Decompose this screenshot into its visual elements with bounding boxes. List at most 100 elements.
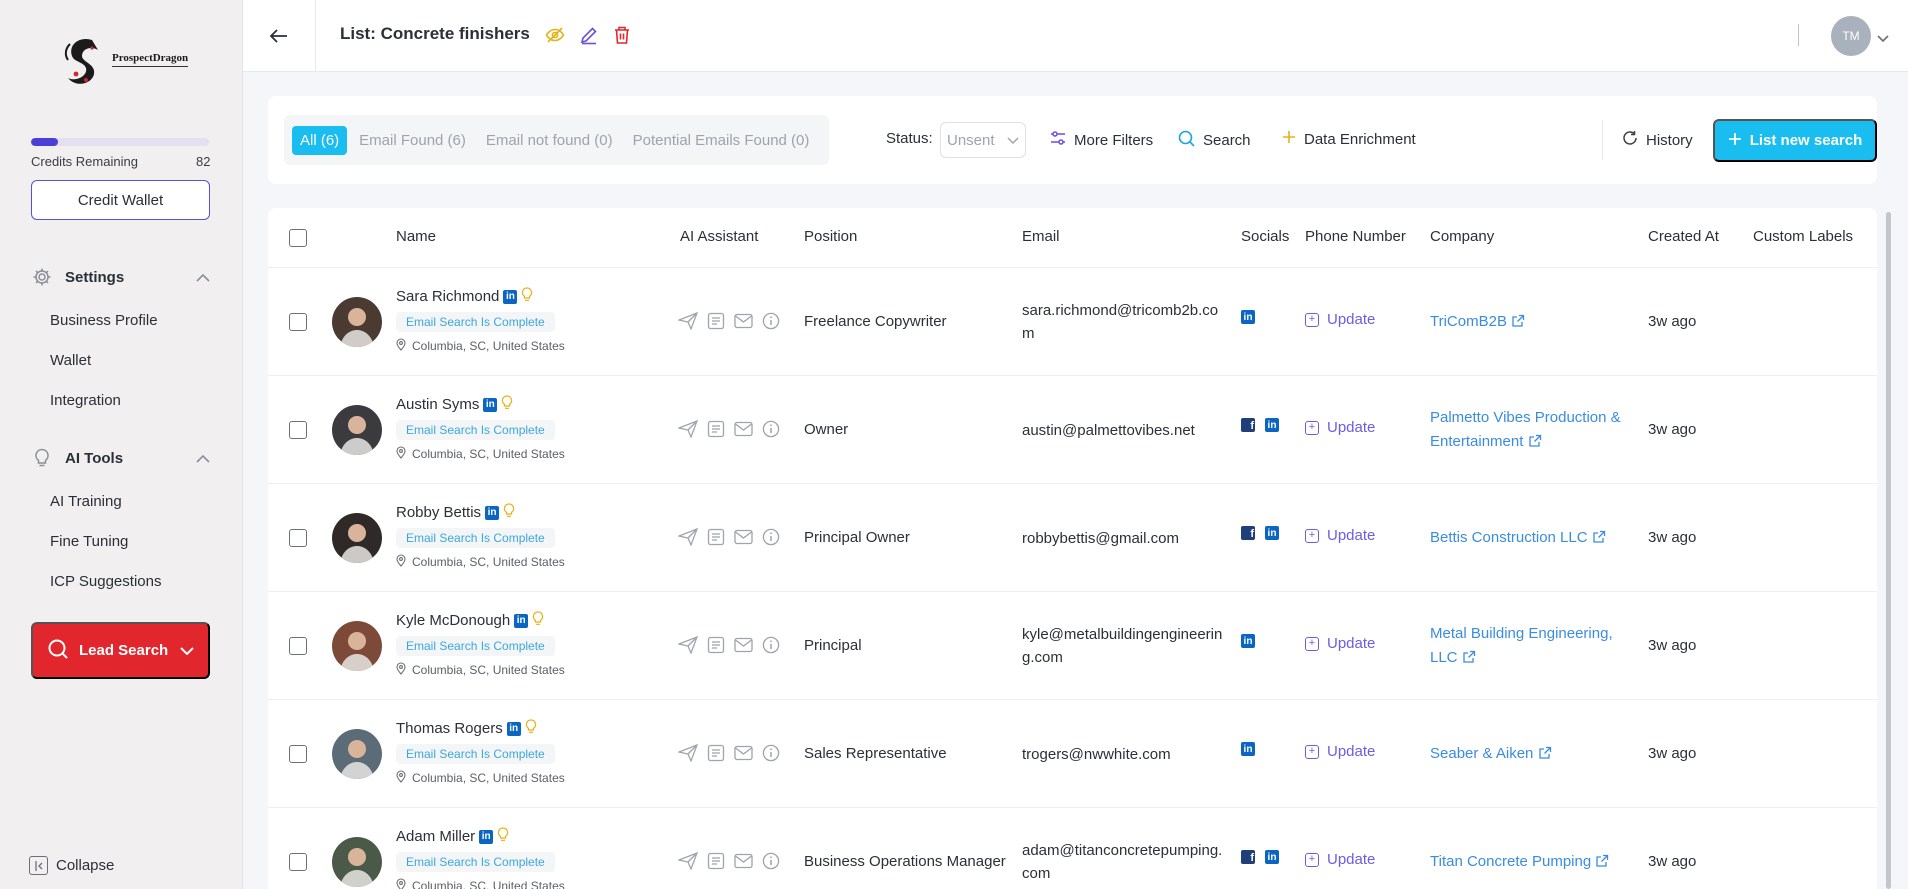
table-row[interactable]: Thomas Rogers in Email Search Is Complet… [268, 700, 1877, 808]
ai-tools-section-toggle[interactable]: AI Tools [31, 447, 210, 469]
more-filters-button[interactable]: More Filters [1050, 130, 1153, 150]
lead-name[interactable]: Adam Miller [396, 828, 475, 845]
lead-name[interactable]: Sara Richmond [396, 288, 499, 305]
lead-company[interactable]: Metal Building Engineering, LLC [1430, 622, 1635, 670]
send-icon[interactable] [676, 635, 699, 659]
sidebar-item-icp-suggestions[interactable]: ICP Suggestions [50, 573, 161, 590]
company-name[interactable]: Bettis Construction LLC [1430, 529, 1588, 546]
update-phone-button[interactable]: + Update [1305, 635, 1375, 652]
credit-wallet-button[interactable]: Credit Wallet [31, 180, 210, 220]
mail-icon[interactable] [734, 313, 753, 334]
mail-icon[interactable] [734, 421, 753, 442]
column-header-ai-assistant[interactable]: AI Assistant [680, 228, 758, 245]
linkedin-icon[interactable]: in [506, 721, 521, 736]
collapse-sidebar-button[interactable]: Collapse [29, 856, 114, 875]
external-link-icon[interactable] [1592, 529, 1606, 546]
history-button[interactable]: History [1622, 130, 1693, 150]
row-checkbox[interactable] [289, 529, 307, 547]
column-header-company[interactable]: Company [1430, 228, 1494, 245]
company-name[interactable]: TriComB2B [1430, 313, 1507, 330]
external-link-icon[interactable] [1538, 745, 1552, 762]
document-icon[interactable] [707, 312, 725, 335]
linkedin-icon[interactable]: in [1265, 418, 1279, 432]
linkedin-icon[interactable]: in [1265, 850, 1279, 864]
column-header-name[interactable]: Name [396, 228, 436, 245]
column-header-position[interactable]: Position [804, 228, 857, 245]
scrollbar[interactable] [1886, 212, 1891, 889]
table-row[interactable]: Robby Bettis in Email Search Is Complete… [268, 484, 1877, 592]
lead-company[interactable]: Bettis Construction LLC [1430, 526, 1635, 550]
external-link-icon[interactable] [1511, 313, 1525, 330]
list-new-search-button[interactable]: List new search [1713, 119, 1877, 162]
column-header-socials[interactable]: Socials [1241, 228, 1289, 245]
data-enrichment-button[interactable]: Data Enrichment [1282, 130, 1416, 148]
send-icon[interactable] [676, 419, 699, 443]
company-name[interactable]: Metal Building Engineering, LLC [1430, 625, 1613, 666]
facebook-icon[interactable]: f [1241, 526, 1255, 540]
lead-company[interactable]: Seaber & Aiken [1430, 742, 1635, 766]
linkedin-icon[interactable]: in [479, 829, 494, 844]
lightbulb-icon[interactable] [501, 395, 513, 414]
lightbulb-icon[interactable] [503, 503, 515, 522]
info-icon[interactable] [762, 744, 780, 767]
lightbulb-icon[interactable] [497, 827, 509, 846]
update-phone-button[interactable]: + Update [1305, 419, 1375, 436]
linkedin-icon[interactable]: in [485, 505, 500, 520]
send-icon[interactable] [676, 311, 699, 335]
sidebar-item-integration[interactable]: Integration [50, 392, 121, 409]
lead-name[interactable]: Austin Syms [396, 396, 479, 413]
document-icon[interactable] [707, 636, 725, 659]
sidebar-item-ai-training[interactable]: AI Training [50, 493, 122, 510]
document-icon[interactable] [707, 744, 725, 767]
lead-search-button[interactable]: Lead Search [31, 622, 210, 679]
chevron-down-icon[interactable] [1877, 30, 1889, 48]
company-name[interactable]: Seaber & Aiken [1430, 745, 1533, 762]
table-row[interactable]: Sara Richmond in Email Search Is Complet… [268, 268, 1877, 376]
info-icon[interactable] [762, 420, 780, 443]
row-checkbox[interactable] [289, 853, 307, 871]
table-row[interactable]: Austin Syms in Email Search Is Complete … [268, 376, 1877, 484]
external-link-icon[interactable] [1595, 853, 1609, 870]
lightbulb-icon[interactable] [532, 611, 544, 630]
row-checkbox[interactable] [289, 313, 307, 331]
lead-company[interactable]: TriComB2B [1430, 310, 1635, 334]
external-link-icon[interactable] [1528, 433, 1542, 450]
status-select[interactable]: Unsent [940, 122, 1026, 158]
send-icon[interactable] [676, 851, 699, 875]
lead-email[interactable]: adam@titanconcretepumping.com [1022, 839, 1228, 885]
linkedin-icon[interactable]: in [1265, 526, 1279, 540]
document-icon[interactable] [707, 852, 725, 875]
mail-icon[interactable] [734, 853, 753, 874]
document-icon[interactable] [707, 528, 725, 551]
user-avatar[interactable]: TM [1831, 16, 1871, 56]
linkedin-icon[interactable]: in [514, 613, 529, 628]
document-icon[interactable] [707, 420, 725, 443]
table-row[interactable]: Adam Miller in Email Search Is Complete … [268, 808, 1877, 889]
mail-icon[interactable] [734, 637, 753, 658]
lead-email[interactable]: austin@palmettovibes.net [1022, 419, 1228, 442]
lead-name[interactable]: Robby Bettis [396, 504, 481, 521]
lead-email[interactable]: robbybettis@gmail.com [1022, 527, 1228, 550]
company-name[interactable]: Titan Concrete Pumping [1430, 853, 1591, 870]
sidebar-item-fine-tuning[interactable]: Fine Tuning [50, 533, 128, 550]
table-row[interactable]: Kyle McDonough in Email Search Is Comple… [268, 592, 1877, 700]
external-link-icon[interactable] [1462, 649, 1476, 666]
info-icon[interactable] [762, 636, 780, 659]
eye-off-icon[interactable] [545, 25, 565, 45]
tab-all[interactable]: All (6) [292, 125, 348, 155]
linkedin-icon[interactable]: in [1241, 310, 1255, 324]
linkedin-icon[interactable]: in [483, 397, 498, 412]
column-header-created-at[interactable]: Created At [1648, 228, 1719, 245]
lightbulb-icon[interactable] [525, 719, 537, 738]
lead-email[interactable]: kyle@metalbuildingengineering.com [1022, 623, 1228, 669]
logo[interactable]: ProspectDragon [62, 34, 189, 90]
sidebar-item-business-profile[interactable]: Business Profile [50, 312, 158, 329]
lead-company[interactable]: Titan Concrete Pumping [1430, 850, 1635, 874]
row-checkbox[interactable] [289, 637, 307, 655]
info-icon[interactable] [762, 312, 780, 335]
select-all-checkbox[interactable] [289, 229, 307, 247]
tab-email-found[interactable]: Email Found (6) [351, 126, 474, 155]
update-phone-button[interactable]: + Update [1305, 851, 1375, 868]
lead-company[interactable]: Palmetto Vibes Production & Entertainmen… [1430, 406, 1635, 454]
row-checkbox[interactable] [289, 421, 307, 439]
